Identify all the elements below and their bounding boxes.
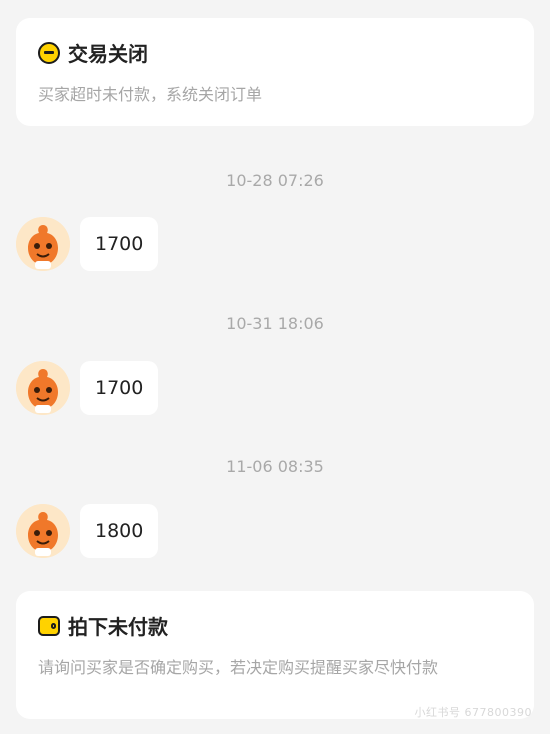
status-card-unpaid: 拍下未付款 请询问买家是否确定购买，若决定购买提醒买家尽快付款 [16, 591, 534, 719]
status-card-description: 买家超时未付款，系统关闭订单 [38, 85, 263, 104]
minus-circle-icon [38, 41, 60, 64]
message-timestamp: 10-31 18:06 [226, 314, 324, 333]
status-card-trade-closed: 交易关闭 买家超时未付款，系统关闭订单 [16, 18, 534, 126]
avatar[interactable] [16, 217, 70, 271]
message-bubble[interactable]: 1800 [80, 504, 159, 558]
avatar[interactable] [16, 504, 70, 558]
watermark: 小红书号 677800390 [414, 706, 532, 719]
message-bubble[interactable]: 1700 [80, 217, 159, 271]
message-bubble[interactable]: 1700 [80, 361, 159, 415]
status-card-description: 请询问买家是否确定购买，若决定购买提醒买家尽快付款 [38, 658, 439, 677]
status-card-title: 交易关闭 [68, 42, 148, 66]
avatar[interactable] [16, 361, 70, 415]
status-card-title-row: 拍下未付款 [38, 611, 512, 640]
status-card-title-row: 交易关闭 [38, 38, 512, 67]
message-timestamp: 11-06 08:35 [226, 457, 324, 476]
message-timestamp: 10-28 07:26 [226, 171, 324, 190]
status-card-title: 拍下未付款 [68, 615, 168, 639]
wallet-icon [38, 615, 60, 636]
